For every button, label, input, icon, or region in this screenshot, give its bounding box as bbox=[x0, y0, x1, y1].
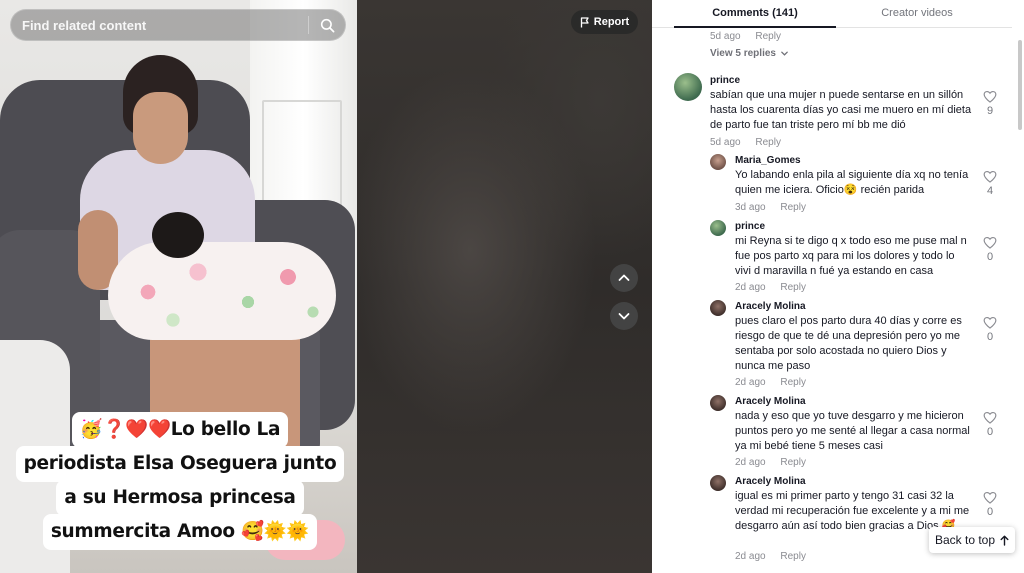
comment-username[interactable]: Maria_Gomes bbox=[735, 155, 801, 166]
flag-icon bbox=[580, 16, 589, 27]
like-count: 0 bbox=[986, 506, 994, 518]
comment-username[interactable]: Aracely Molina bbox=[735, 396, 806, 407]
avatar[interactable] bbox=[710, 300, 726, 316]
heart-icon bbox=[983, 170, 997, 183]
reply-item: Aracely Molina nada y eso que yo tuve de… bbox=[652, 391, 1012, 471]
heart-icon bbox=[983, 316, 997, 329]
like-count: 0 bbox=[986, 331, 994, 343]
view-replies-button[interactable]: View 5 replies bbox=[710, 48, 789, 59]
comment-time: 3d ago bbox=[735, 202, 766, 213]
caption-line: summercita Amoo 🥰🌞🌞 bbox=[42, 514, 318, 550]
chevron-down-icon bbox=[781, 51, 788, 56]
next-video-button[interactable] bbox=[610, 302, 638, 330]
person-face bbox=[133, 92, 188, 164]
chevron-down-icon bbox=[618, 313, 630, 320]
avatar[interactable] bbox=[674, 73, 702, 101]
reply-item: Maria_Gomes Yo labando enla pila al sigu… bbox=[652, 150, 1012, 218]
comment-text: Yo labando enla pila al siguiente día xq… bbox=[735, 169, 969, 196]
nursing-pillow bbox=[108, 242, 336, 340]
comment-username[interactable]: prince bbox=[735, 221, 765, 232]
comment-meta: 2d ago Reply bbox=[735, 377, 806, 388]
like-count: 0 bbox=[986, 251, 994, 263]
back-to-top-button[interactable]: Back to top bbox=[929, 527, 1015, 553]
comment-username[interactable]: prince bbox=[710, 75, 740, 86]
comment-time: 2d ago bbox=[735, 377, 766, 388]
comment-meta: 2d ago Reply bbox=[735, 457, 806, 468]
comment-time: 2d ago bbox=[735, 551, 766, 562]
comment-time: 2d ago bbox=[735, 282, 766, 293]
caption-line: a su Hermosa princesa bbox=[56, 480, 304, 516]
search-bar[interactable] bbox=[10, 9, 346, 41]
baby-head bbox=[152, 212, 204, 258]
reply-item: Aracely Molina pues claro el pos parto d… bbox=[652, 296, 1012, 391]
avatar[interactable] bbox=[710, 395, 726, 411]
tab-creator-videos[interactable]: Creator videos bbox=[836, 0, 998, 28]
arrow-up-icon bbox=[1000, 535, 1009, 546]
heart-icon bbox=[983, 411, 997, 424]
like-button[interactable]: 0 bbox=[982, 491, 998, 518]
reply-button[interactable]: Reply bbox=[755, 137, 781, 148]
comment-username[interactable]: Aracely Molina bbox=[735, 301, 806, 312]
video-frame[interactable]: 🥳❓❤️❤️Lo bello La periodista Elsa Osegue… bbox=[0, 0, 357, 573]
video-caption: 🥳❓❤️❤️Lo bello La periodista Elsa Osegue… bbox=[15, 412, 345, 573]
like-button[interactable]: 9 bbox=[982, 90, 998, 117]
comment-meta: 2d ago Reply bbox=[735, 551, 806, 562]
view-replies-label: View 5 replies bbox=[710, 48, 776, 59]
caption-line: 🥳❓❤️❤️Lo bello La bbox=[71, 412, 289, 448]
avatar[interactable] bbox=[710, 220, 726, 236]
comment-item: prince sabían que una mujer n puede sent… bbox=[652, 70, 1012, 150]
comment-username[interactable]: Aracely Molina bbox=[735, 476, 806, 487]
comment-text: pues claro el pos parto dura 40 días y c… bbox=[735, 315, 962, 372]
back-to-top-label: Back to top bbox=[934, 533, 996, 547]
avatar[interactable] bbox=[710, 475, 726, 491]
avatar[interactable] bbox=[710, 154, 726, 170]
comment-time: 5d ago bbox=[710, 137, 741, 148]
scrollbar-thumb[interactable] bbox=[1018, 40, 1022, 130]
comment-text: nada y eso que yo tuve desgarro y me hic… bbox=[735, 410, 970, 452]
reply-button[interactable]: Reply bbox=[755, 31, 781, 42]
like-count: 9 bbox=[986, 105, 994, 117]
report-label: Report bbox=[593, 16, 630, 28]
search-input[interactable] bbox=[11, 10, 308, 40]
like-count: 0 bbox=[986, 426, 994, 438]
reply-button[interactable]: Reply bbox=[780, 457, 806, 468]
heart-icon bbox=[983, 236, 997, 249]
reply-item: prince mi Reyna si te digo q x todo eso … bbox=[652, 216, 1012, 296]
search-button[interactable] bbox=[309, 10, 345, 40]
comment-text: sabían que una mujer n puede sentarse en… bbox=[710, 89, 972, 131]
like-button[interactable]: 0 bbox=[982, 316, 998, 343]
tab-comments[interactable]: Comments (141) bbox=[674, 0, 836, 28]
reply-button[interactable]: Reply bbox=[780, 282, 806, 293]
like-button[interactable]: 0 bbox=[982, 236, 998, 263]
comments-panel[interactable]: Comments (141) Creator videos 5d ago Rep… bbox=[652, 0, 1024, 573]
comment-time: 5d ago bbox=[710, 31, 741, 42]
reply-button[interactable]: Reply bbox=[780, 202, 806, 213]
comment-meta: 3d ago Reply bbox=[735, 202, 806, 213]
search-icon bbox=[320, 18, 334, 32]
reply-item: Aracely Molina igual es mi primer parto … bbox=[652, 471, 1012, 571]
reply-button[interactable]: Reply bbox=[780, 377, 806, 388]
comment-meta: 5d ago Reply bbox=[710, 31, 781, 42]
comment-meta: 5d ago Reply bbox=[710, 137, 781, 148]
reply-button[interactable]: Reply bbox=[780, 551, 806, 562]
video-area[interactable]: 🥳❓❤️❤️Lo bello La periodista Elsa Osegue… bbox=[0, 0, 652, 573]
like-count: 4 bbox=[986, 185, 994, 197]
comment-meta: 2d ago Reply bbox=[735, 282, 806, 293]
panel-tabs: Comments (141) Creator videos bbox=[652, 0, 1012, 28]
heart-icon bbox=[983, 90, 997, 103]
chevron-up-icon bbox=[618, 274, 630, 281]
heart-icon bbox=[983, 491, 997, 504]
caption-line: periodista Elsa Oseguera junto bbox=[15, 446, 345, 482]
comment-time: 2d ago bbox=[735, 457, 766, 468]
like-button[interactable]: 0 bbox=[982, 411, 998, 438]
previous-video-button[interactable] bbox=[610, 264, 638, 292]
report-button[interactable]: Report bbox=[571, 10, 638, 34]
like-button[interactable]: 4 bbox=[982, 170, 998, 197]
comment-text: mi Reyna si te digo q x todo eso me puse… bbox=[735, 235, 967, 277]
